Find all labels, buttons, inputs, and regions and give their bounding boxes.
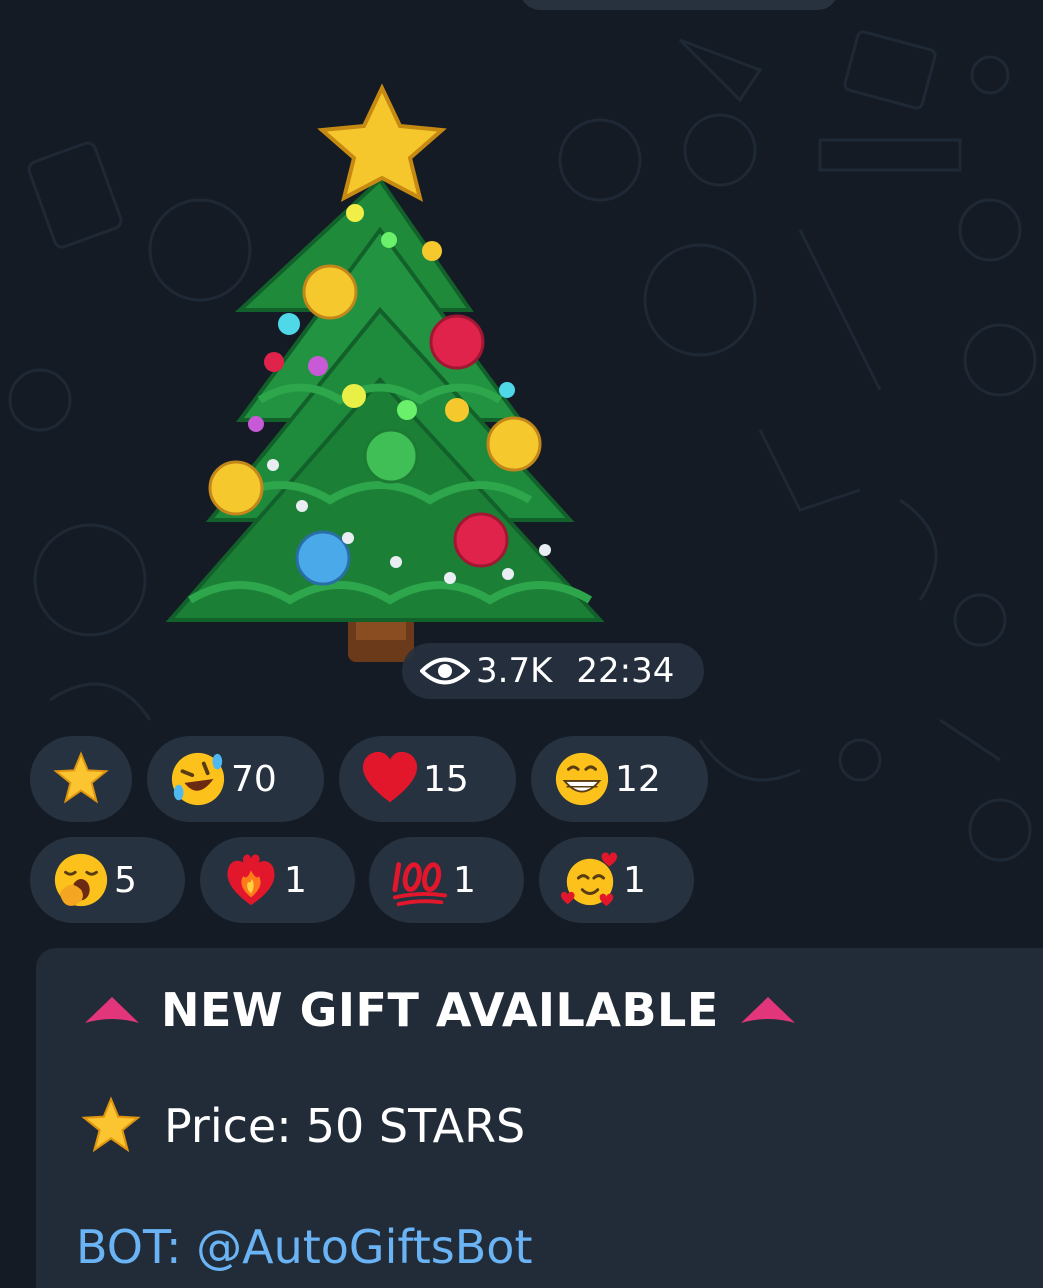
up-triangle-icon: [740, 997, 795, 1023]
message-heading: NEW GIFT AVAILABLE: [161, 983, 719, 1037]
hundred-points-icon: [392, 862, 448, 907]
reaction-heart[interactable]: 15: [339, 736, 516, 822]
post-meta: 3.7K 22:34: [402, 643, 704, 699]
bot-link[interactable]: BOT: @AutoGiftsBot: [76, 1220, 532, 1274]
star-icon: [53, 751, 109, 804]
reaction-hundred[interactable]: 1: [369, 837, 524, 923]
price-value: 50 STARS: [305, 1099, 526, 1153]
view-count: 3.7K: [476, 651, 553, 691]
reaction-yawn[interactable]: 5: [30, 837, 185, 923]
up-triangle-icon: [85, 997, 139, 1023]
christmas-tree-sticker[interactable]: [150, 80, 610, 680]
yawning-face-icon: [54, 853, 108, 907]
eye-icon: [420, 657, 470, 685]
rofl-emoji-icon: [171, 752, 225, 806]
post-time: 22:34: [576, 651, 675, 691]
reaction-heart-fire[interactable]: 1: [200, 837, 355, 923]
grinning-face-icon: [555, 752, 609, 806]
reaction-smiling-hearts[interactable]: 1: [539, 837, 694, 923]
reaction-grin[interactable]: 12: [531, 736, 708, 822]
star-icon: [81, 1096, 141, 1153]
heading-row: NEW GIFT AVAILABLE: [83, 980, 797, 1040]
price-row: Price: 50 STARS: [80, 1095, 525, 1157]
previous-message-pill: [520, 0, 838, 10]
smiling-face-with-hearts-icon: [561, 852, 618, 907]
reaction-star[interactable]: [30, 736, 132, 822]
reaction-rofl[interactable]: 70: [147, 736, 324, 822]
heart-on-fire-icon: [227, 854, 275, 906]
price-label: Price:: [164, 1099, 292, 1153]
gift-message-bubble: NEW GIFT AVAILABLE Price: 50 STARS BOT: …: [36, 948, 1043, 1288]
red-heart-icon: [362, 751, 418, 803]
